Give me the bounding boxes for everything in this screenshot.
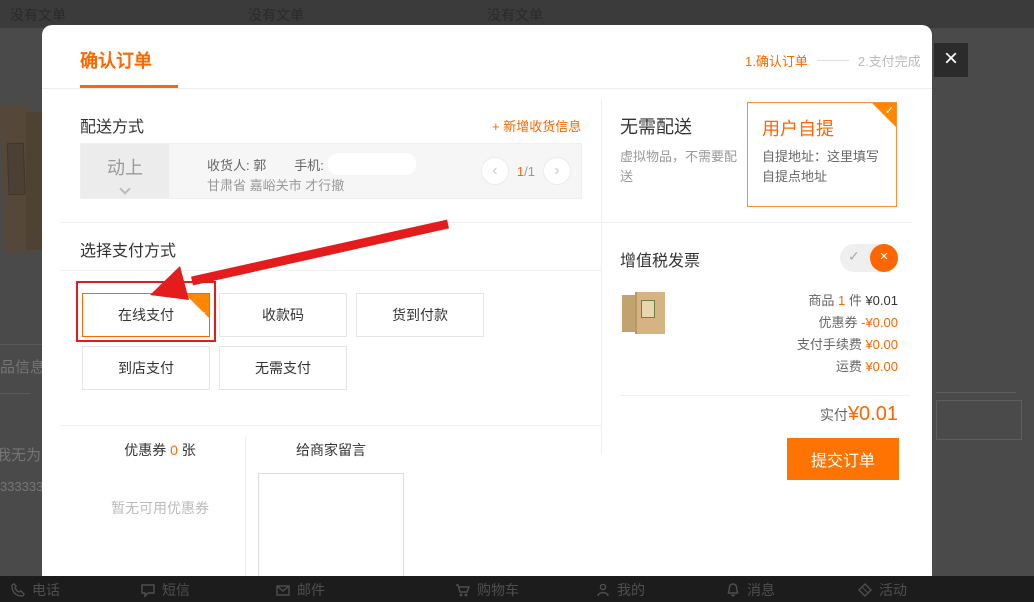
coupon-empty-text: 暂无可用优惠券	[80, 498, 240, 518]
payment-option-instore[interactable]: 到店支付	[82, 346, 210, 390]
payment-option-nopay[interactable]: 无需支付	[219, 346, 347, 390]
bell-icon	[725, 582, 741, 598]
chat-bubble-icon	[140, 582, 156, 598]
background-bottom-nav: 电话 短信 邮件 购物车 我的 消息 活动	[0, 576, 1034, 602]
no-delivery-option-title[interactable]: 无需配送	[620, 113, 692, 139]
address-tag-dropdown[interactable]: 动上	[81, 144, 169, 198]
phone-icon	[10, 582, 26, 598]
summary-row-coupon: 优惠券 -¥0.00	[682, 312, 898, 334]
step-payment-complete: 2.支付完成	[858, 51, 921, 70]
nav-item-activity[interactable]: 活动	[857, 580, 907, 600]
coupon-unit: 张	[178, 442, 196, 458]
phone-redaction	[328, 153, 416, 175]
column-divider	[601, 100, 602, 455]
nav-item-message[interactable]: 短信	[140, 580, 190, 600]
background-divider	[0, 393, 30, 394]
nav-item-mail[interactable]: 邮件	[275, 580, 325, 600]
close-icon[interactable]: ×	[934, 43, 968, 77]
total-line: 实付¥0.01	[620, 403, 898, 426]
selected-check-icon: ✓	[872, 103, 896, 127]
background-tab: 没有文单	[487, 5, 543, 25]
receiver-label: 收货人: 郭	[207, 155, 266, 174]
checkout-steps: 1.确认订单 2.支付完成	[745, 51, 921, 70]
nav-item-phone[interactable]: 电话	[10, 580, 60, 600]
pickup-option-desc: 自提地址：这里填写自提点地址	[762, 147, 884, 187]
step-confirm-order: 1.确认订单	[745, 51, 808, 70]
background-divider	[936, 392, 1016, 393]
background-top-bar: 没有文单 没有文单 没有文单	[0, 0, 1034, 28]
coupon-count: 0	[170, 442, 178, 458]
summary-divider	[620, 395, 910, 396]
summary-row-fee: 支付手续费 ¥0.00	[682, 334, 898, 356]
payment-heading-divider	[60, 270, 601, 271]
background-input-box	[936, 400, 1022, 440]
payment-option-qrcode[interactable]: 收款码	[219, 293, 347, 337]
pickup-option-title: 用户自提	[762, 115, 834, 141]
diamond-icon	[857, 582, 873, 598]
payment-option-cod[interactable]: 货到付款	[356, 293, 484, 337]
delivery-method-heading: 配送方式	[80, 113, 144, 137]
envelope-icon	[275, 582, 291, 598]
submit-order-button[interactable]: 提交订单	[787, 438, 899, 480]
header-divider	[42, 88, 932, 89]
invoice-yes-check-icon[interactable]: ✓	[848, 248, 860, 265]
pickup-option[interactable]: 用户自提 自提地址：这里填写自提点地址 ✓	[747, 102, 897, 207]
coupon-label: 优惠券	[124, 442, 170, 458]
no-delivery-option-desc: 虚拟物品，不需要配送	[620, 147, 740, 187]
summary-row-goods: 商品 1 件 ¥0.01	[682, 290, 898, 312]
background-tab: 没有文单	[248, 5, 304, 25]
invoice-no-close-icon[interactable]: ×	[870, 244, 898, 272]
nav-item-notifications[interactable]: 消息	[725, 580, 775, 600]
order-summary: 商品 1 件 ¥0.01 优惠券 -¥0.00 支付手续费 ¥0.00 运费 ¥…	[682, 290, 898, 378]
pager-next-button[interactable]: ›	[543, 157, 571, 185]
coupon-section: 优惠券 0 张	[80, 440, 240, 460]
confirm-order-modal: 确认订单 1.确认订单 2.支付完成 配送方式 + 新增收货信息 动上 收货人:…	[42, 25, 932, 585]
background-product-image	[26, 112, 42, 250]
pager-total: /1	[524, 164, 535, 179]
section-divider	[60, 425, 601, 426]
nav-item-profile[interactable]: 我的	[595, 580, 645, 600]
address-pager: ‹ 1/1 ›	[481, 157, 571, 185]
total-value: ¥0.01	[848, 403, 898, 425]
step-separator	[817, 60, 849, 61]
background-tab: 没有文单	[10, 5, 66, 25]
pager-prev-button[interactable]: ‹	[481, 157, 509, 185]
person-icon	[595, 582, 611, 598]
background-text: 品信息	[0, 356, 45, 377]
add-address-link[interactable]: + 新增收货信息	[492, 116, 581, 135]
coupon-message-divider	[245, 437, 246, 585]
invoice-toggle: ✓ ×	[840, 244, 898, 272]
selected-check-icon: ✓	[185, 294, 209, 318]
section-divider	[60, 222, 912, 223]
nav-item-cart[interactable]: 购物车	[455, 580, 519, 600]
merchant-message-textarea[interactable]	[258, 473, 404, 585]
product-thumbnail	[622, 292, 668, 334]
vat-invoice-heading: 增值税发票	[620, 247, 700, 271]
total-label: 实付	[820, 407, 848, 423]
cart-icon	[455, 582, 471, 598]
address-region: 甘肃省 嘉峪关市 才行撤	[207, 175, 344, 194]
phone-label: 手机:	[294, 155, 324, 174]
summary-row-shipping: 运费 ¥0.00	[682, 356, 898, 378]
payment-option-online[interactable]: 在线支付 ✓	[82, 293, 210, 337]
payment-method-heading: 选择支付方式	[80, 237, 176, 261]
background-text: 我无为	[0, 444, 41, 465]
address-card[interactable]: 动上 收货人: 郭 手机: 甘肃省 嘉峪关市 才行撤 ‹ 1/1 ›	[80, 143, 582, 199]
merchant-message-heading: 给商家留言	[258, 440, 404, 460]
background-divider	[0, 344, 42, 345]
page-title: 确认订单	[80, 47, 152, 73]
